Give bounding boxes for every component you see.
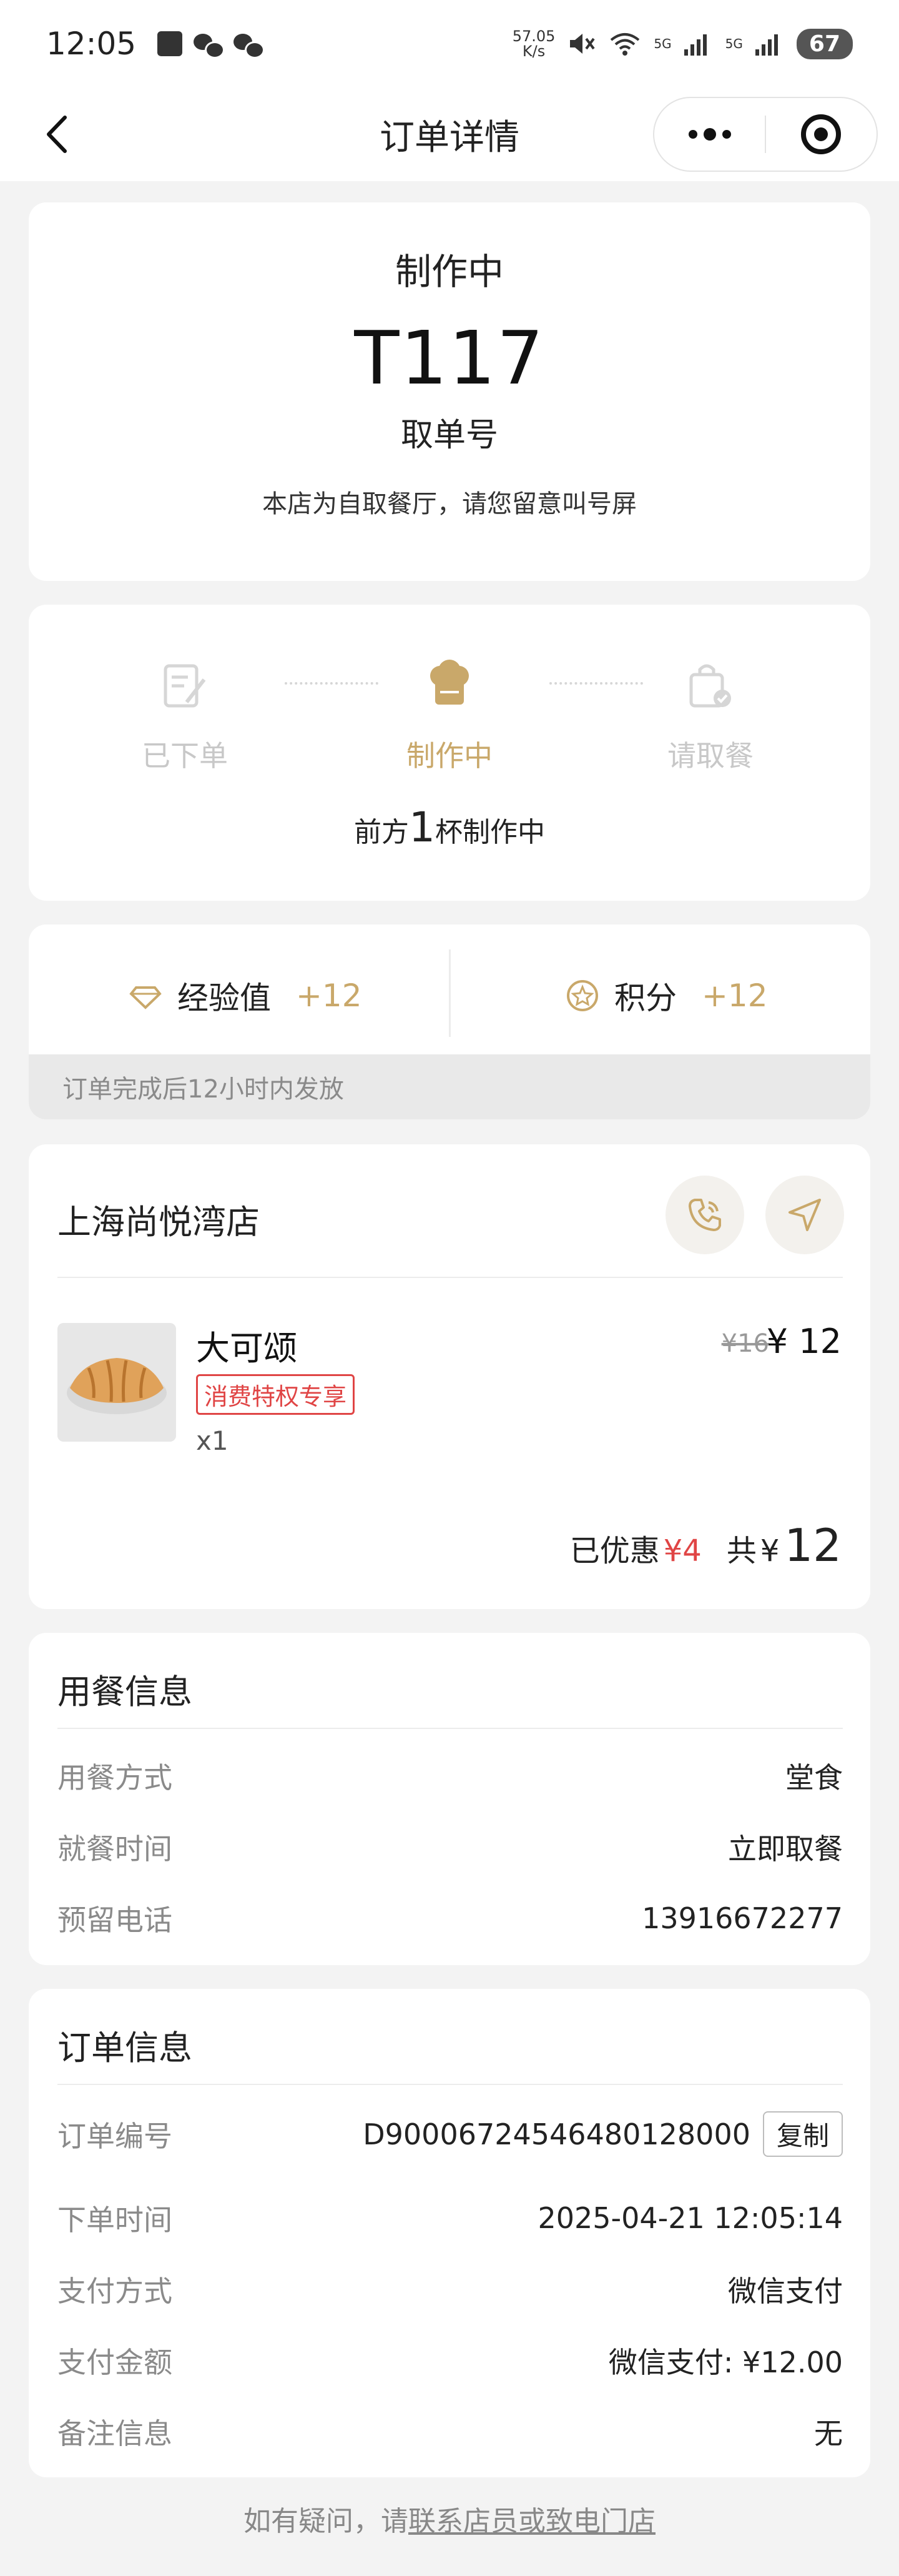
rewards-card: 经验值 +12 积分 +12 订单完成后12小时内发放 bbox=[29, 924, 870, 1119]
navigation-arrow-icon bbox=[788, 1199, 821, 1231]
exp-value: +12 bbox=[296, 978, 362, 1014]
info-row: 下单时间 2025-04-21 12:05:14 bbox=[57, 2201, 843, 2237]
wechat-notification-icon bbox=[194, 31, 225, 59]
info-row: 就餐时间 立即取餐 bbox=[57, 1832, 843, 1866]
more-dots-icon bbox=[688, 128, 731, 141]
step-label: 制作中 bbox=[406, 739, 493, 773]
phone-icon bbox=[689, 1199, 721, 1231]
battery-indicator: 67 bbox=[796, 28, 853, 59]
pickup-number: T117 bbox=[354, 315, 545, 401]
section-title: 订单信息 bbox=[57, 2028, 192, 2068]
product-tag: 消费特权专享 bbox=[196, 1374, 355, 1415]
points-value: +12 bbox=[702, 978, 768, 1014]
queue-status: 前方1杯制作中 bbox=[354, 803, 545, 851]
navigate-store-button[interactable] bbox=[765, 1176, 844, 1254]
step-pickup: 请取餐 bbox=[617, 658, 804, 775]
product-quantity: x1 bbox=[196, 1425, 228, 1456]
help-footer: 如有疑问，请联系店员或致电门店 bbox=[243, 2505, 656, 2537]
diamond-icon bbox=[129, 986, 162, 1009]
product-name: 大可颂 bbox=[196, 1329, 297, 1368]
miniprogram-capsule bbox=[653, 97, 878, 172]
queue-count: 1 bbox=[409, 803, 435, 851]
info-row: 支付金额 微信支付: ¥12.00 bbox=[57, 2346, 843, 2379]
signal-icon bbox=[684, 32, 713, 56]
section-title: 用餐信息 bbox=[57, 1672, 192, 1712]
exp-reward: 经验值 +12 bbox=[129, 964, 362, 1027]
step-label: 请取餐 bbox=[667, 739, 754, 773]
contact-store-link[interactable]: 联系店员或致电门店 bbox=[408, 2505, 656, 2537]
copy-button[interactable]: 复制 bbox=[762, 2111, 843, 2157]
progress-card: 已下单 制作中 请取餐 前方1杯制作中 bbox=[29, 605, 870, 901]
page-title: 订单详情 bbox=[380, 117, 519, 158]
wechat-notification-icon bbox=[233, 31, 265, 59]
order-info-card: 订单信息 订单编号 D90006724546480128000 复制 下单时间 … bbox=[29, 1989, 870, 2477]
info-row: 预留电话 13916672277 bbox=[57, 1901, 843, 1937]
network-type-2: 5G bbox=[725, 36, 743, 51]
step-ordered: 已下单 bbox=[91, 658, 278, 775]
mute-icon bbox=[570, 34, 596, 54]
target-icon bbox=[801, 114, 842, 154]
order-total: 已优惠 ¥4 共 ¥ 12 bbox=[569, 1519, 842, 1572]
star-badge-icon bbox=[567, 980, 598, 1011]
store-name: 上海尚悦湾店 bbox=[57, 1202, 260, 1242]
product-image bbox=[57, 1323, 176, 1442]
info-row: 订单编号 D90006724546480128000 复制 bbox=[57, 2111, 843, 2157]
order-status-card: 制作中 T117 取单号 本店为自取餐厅，请您留意叫号屏 bbox=[29, 202, 870, 581]
info-row: 支付方式 微信支付 bbox=[57, 2274, 843, 2308]
rewards-footer: 订单完成后12小时内发放 bbox=[29, 1054, 870, 1119]
status-bar: 12:05 57.05 K/s 5G 5G 67 bbox=[0, 0, 899, 87]
order-number: D90006724546480128000 bbox=[363, 2117, 750, 2151]
croissant-icon bbox=[57, 1323, 176, 1442]
gallery-notification-icon bbox=[157, 31, 183, 56]
store-order-card: 上海尚悦湾店 大可颂 消费特权专享 x1 ¥16 ¥ 12 已优惠 ¥4 共 ¥… bbox=[29, 1144, 870, 1609]
more-menu-button[interactable] bbox=[654, 98, 765, 171]
step-label: 已下单 bbox=[142, 739, 228, 773]
discount-amount: ¥4 bbox=[663, 1533, 702, 1568]
dining-info-card: 用餐信息 用餐方式 堂食 就餐时间 立即取餐 预留电话 13916672277 bbox=[29, 1633, 870, 1965]
status-time: 12:05 bbox=[46, 26, 137, 62]
original-price: ¥16 bbox=[721, 1329, 769, 1358]
pickup-note: 本店为自取餐厅，请您留意叫号屏 bbox=[262, 490, 637, 518]
points-reward: 积分 +12 bbox=[566, 964, 768, 1027]
back-arrow-icon[interactable] bbox=[37, 112, 81, 156]
pickup-bag-icon bbox=[689, 664, 731, 708]
info-row: 备注信息 无 bbox=[57, 2417, 843, 2450]
info-row: 用餐方式 堂食 bbox=[57, 1761, 843, 1795]
pickup-number-label: 取单号 bbox=[400, 417, 498, 454]
wifi-icon bbox=[611, 33, 640, 56]
order-status: 制作中 bbox=[395, 250, 504, 293]
signal-icon bbox=[755, 32, 784, 56]
network-type-1: 5G bbox=[654, 36, 672, 51]
total-amount: 12 bbox=[784, 1519, 842, 1572]
order-placed-icon bbox=[164, 664, 206, 708]
network-speed: 57.05 K/s bbox=[512, 27, 556, 60]
chef-hat-icon bbox=[430, 660, 469, 705]
call-store-button[interactable] bbox=[666, 1176, 744, 1254]
item-price: ¥ 12 bbox=[766, 1322, 842, 1361]
nav-bar: 订单详情 bbox=[0, 87, 899, 181]
close-miniprogram-button[interactable] bbox=[766, 98, 877, 171]
step-making: 制作中 bbox=[356, 658, 543, 775]
